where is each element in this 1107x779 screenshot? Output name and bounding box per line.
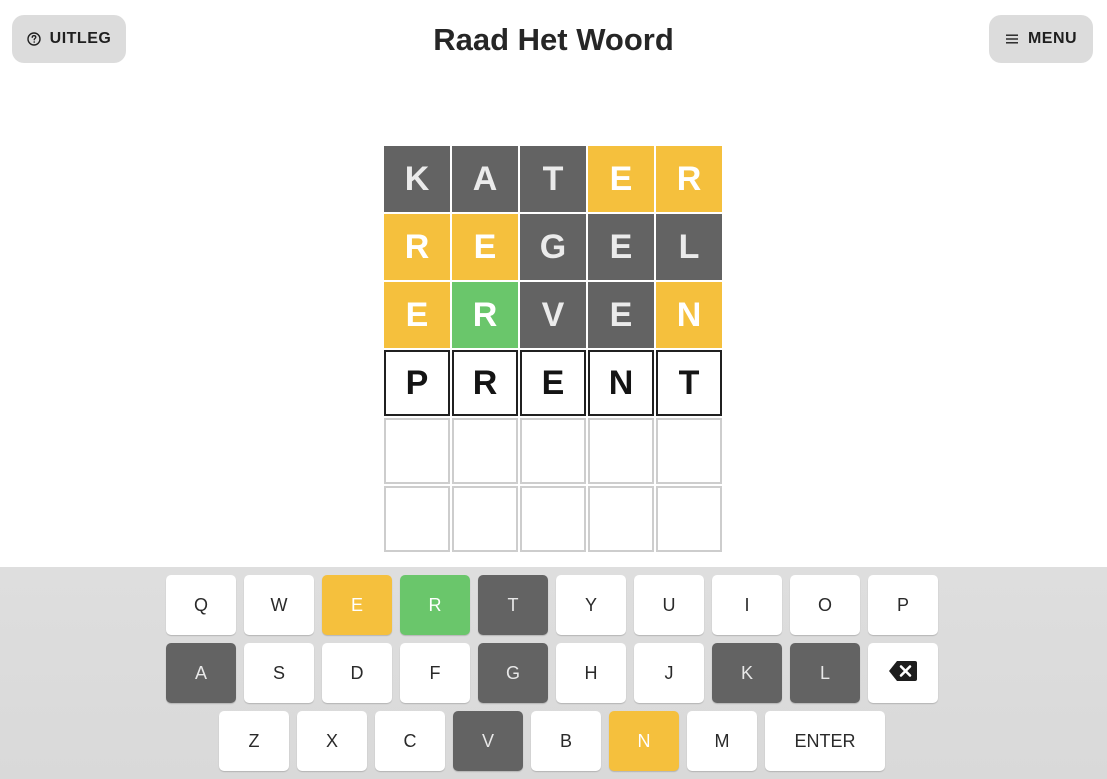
board-tile: L xyxy=(656,214,722,280)
board-tile xyxy=(656,486,722,552)
key-f[interactable]: F xyxy=(400,643,470,703)
board-tile: R xyxy=(452,350,518,416)
key-i[interactable]: I xyxy=(712,575,782,635)
board-tile: E xyxy=(588,146,654,212)
board-tile xyxy=(452,418,518,484)
key-g[interactable]: G xyxy=(478,643,548,703)
menu-button-label: MENU xyxy=(1027,30,1078,47)
key-d[interactable]: D xyxy=(322,643,392,703)
key-h[interactable]: H xyxy=(556,643,626,703)
board-tile xyxy=(588,486,654,552)
key-z[interactable]: Z xyxy=(219,711,289,771)
key-p[interactable]: P xyxy=(868,575,938,635)
key-n[interactable]: N xyxy=(609,711,679,771)
key-u[interactable]: U xyxy=(634,575,704,635)
key-w[interactable]: W xyxy=(244,575,314,635)
keyboard-row: ASDFGHJKL xyxy=(166,643,938,703)
key-s[interactable]: S xyxy=(244,643,314,703)
board-tile: T xyxy=(520,146,586,212)
key-a[interactable]: A xyxy=(166,643,236,703)
board-tile xyxy=(520,486,586,552)
key-o[interactable]: O xyxy=(790,575,860,635)
key-t[interactable]: T xyxy=(478,575,548,635)
keyboard-row: QWERTYUIOP xyxy=(166,575,938,635)
board-tile: R xyxy=(384,214,450,280)
board-tile xyxy=(656,418,722,484)
game-page: UITLEG Raad Het Woord MENU KATERREGELERV… xyxy=(0,0,1107,779)
board-tile xyxy=(588,418,654,484)
board-tile: T xyxy=(656,350,722,416)
menu-button[interactable]: MENU xyxy=(989,15,1093,63)
key-r[interactable]: R xyxy=(400,575,470,635)
key-k[interactable]: K xyxy=(712,643,782,703)
board-tile: N xyxy=(588,350,654,416)
key-j[interactable]: J xyxy=(634,643,704,703)
key-q[interactable]: Q xyxy=(166,575,236,635)
key-x[interactable]: X xyxy=(297,711,367,771)
board-tile: P xyxy=(384,350,450,416)
board-tile: N xyxy=(656,282,722,348)
backspace-key[interactable] xyxy=(868,643,938,703)
on-screen-keyboard: Q W E R T Y U I O P A S D F G H J K L Z X C V B N M ENTER xyxy=(0,567,1107,779)
board-tile: R xyxy=(452,282,518,348)
enter-key[interactable]: ENTER xyxy=(765,711,885,771)
keyboard-row: Z X C V B N M ENTER xyxy=(219,711,885,771)
board-tile: E xyxy=(520,350,586,416)
key-c[interactable]: C xyxy=(375,711,445,771)
board-tile: E xyxy=(452,214,518,280)
key-l[interactable]: L xyxy=(790,643,860,703)
board-tile xyxy=(520,418,586,484)
key-e[interactable]: E xyxy=(322,575,392,635)
page-title: Raad Het Woord xyxy=(433,22,674,57)
key-b[interactable]: B xyxy=(531,711,601,771)
board-tile: R xyxy=(656,146,722,212)
key-v[interactable]: V xyxy=(453,711,523,771)
guess-board: KATERREGELERVENPRENT xyxy=(384,146,722,552)
board-tile: A xyxy=(452,146,518,212)
key-m[interactable]: M xyxy=(687,711,757,771)
board-tile xyxy=(384,486,450,552)
board-tile: E xyxy=(384,282,450,348)
hamburger-icon xyxy=(1005,33,1019,45)
board-tile: G xyxy=(520,214,586,280)
backspace-icon xyxy=(888,660,918,687)
key-y[interactable]: Y xyxy=(556,575,626,635)
board-tile: K xyxy=(384,146,450,212)
board-tile: E xyxy=(588,282,654,348)
board-tile: E xyxy=(588,214,654,280)
board-tile xyxy=(384,418,450,484)
board-tile: V xyxy=(520,282,586,348)
board-tile xyxy=(452,486,518,552)
